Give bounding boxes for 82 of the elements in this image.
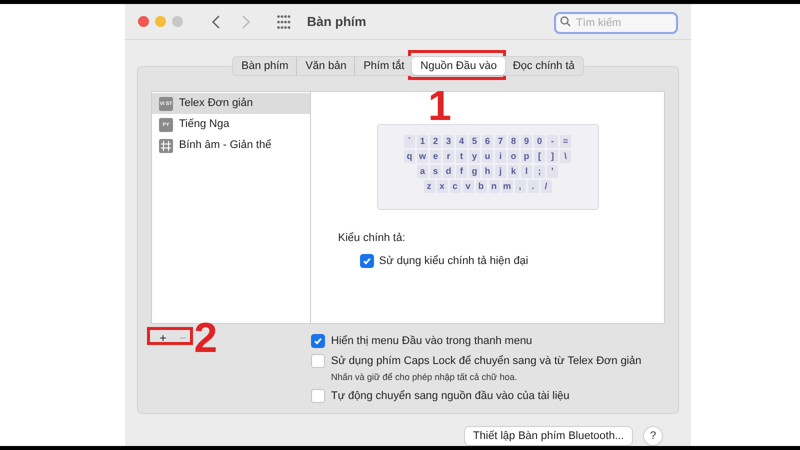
key-label: x bbox=[436, 180, 448, 193]
key-label: 9 bbox=[521, 135, 532, 148]
key-label: ' bbox=[547, 165, 558, 178]
tab[interactable]: Bàn phím bbox=[233, 57, 296, 75]
key-label: y bbox=[469, 150, 480, 163]
option-note: Nhấn và giữ để cho phép nhập tất cả chữ hoa. bbox=[331, 371, 518, 384]
key-label: 3 bbox=[443, 135, 454, 148]
key-label: l bbox=[521, 165, 532, 178]
key-label: [ bbox=[534, 150, 545, 163]
checkbox[interactable] bbox=[311, 388, 325, 403]
key-label: r bbox=[443, 150, 454, 163]
check-icon bbox=[313, 336, 323, 346]
bluetooth-setup-button[interactable]: Thiết lập Bàn phím Bluetooth... bbox=[464, 426, 633, 446]
check-icon bbox=[362, 256, 372, 266]
tab[interactable]: Văn bản bbox=[296, 57, 354, 75]
key-label: g bbox=[469, 165, 480, 178]
tab[interactable]: Nguồn Đầu vào bbox=[412, 57, 505, 75]
key-label: j bbox=[495, 165, 506, 178]
minimize-icon[interactable] bbox=[155, 16, 166, 27]
key-label: = bbox=[560, 135, 571, 148]
checkbox[interactable] bbox=[360, 254, 374, 268]
checkbox-label: Tự động chuyển sang nguồn đầu vào của tài liệu bbox=[331, 388, 570, 404]
key-label: s bbox=[430, 165, 441, 178]
highlight-frame bbox=[147, 327, 193, 345]
grid-icon[interactable] bbox=[277, 14, 291, 28]
key-label: 2 bbox=[430, 135, 441, 148]
input-source-name: Telex Đơn giản bbox=[179, 96, 253, 112]
key-label: 8 bbox=[508, 135, 519, 148]
help-button[interactable]: ? bbox=[643, 426, 663, 446]
input-source-item[interactable]: Bính âm - Giản thể bbox=[152, 135, 310, 156]
tab[interactable]: Đọc chính tả bbox=[504, 57, 583, 75]
window-title: Bàn phím bbox=[307, 12, 366, 31]
key-label: z bbox=[424, 180, 434, 193]
key-label: / bbox=[540, 180, 552, 193]
key-label: 4 bbox=[456, 135, 467, 148]
forward-icon[interactable] bbox=[241, 14, 251, 28]
key-label: 5 bbox=[469, 135, 480, 148]
annotation-number: 2 bbox=[194, 314, 218, 362]
key-label: c bbox=[450, 180, 460, 193]
key-label: p bbox=[521, 150, 532, 163]
checkbox[interactable] bbox=[311, 334, 325, 348]
key-label: ] bbox=[547, 150, 558, 163]
spelling-label: Kiểu chính tả: bbox=[338, 231, 406, 246]
key-label: m bbox=[502, 180, 512, 193]
key-label: f bbox=[456, 165, 467, 178]
add-button[interactable]: + bbox=[153, 331, 173, 345]
key-label: h bbox=[482, 165, 493, 178]
input-source-name: Bính âm - Giản thể bbox=[179, 138, 272, 154]
key-label: v bbox=[462, 180, 474, 193]
key-label: t bbox=[456, 150, 467, 163]
key-label: a bbox=[417, 165, 428, 178]
key-label: ; bbox=[534, 165, 545, 178]
key-label: d bbox=[443, 165, 454, 178]
annotation-number: 1 bbox=[428, 82, 452, 130]
key-label: q bbox=[404, 150, 415, 163]
key-label: e bbox=[430, 150, 441, 163]
close-icon[interactable] bbox=[138, 16, 149, 27]
key-label: k bbox=[508, 165, 519, 178]
key-label: 6 bbox=[482, 135, 493, 148]
key-label: n bbox=[488, 180, 500, 193]
checkbox[interactable] bbox=[311, 354, 325, 368]
search-field[interactable]: Tìm kiếm bbox=[554, 12, 678, 34]
checkbox-label: Sử dụng phím Caps Lock để chuyển sang và từ Telex Đơn giản bbox=[331, 354, 642, 368]
key-label: ` bbox=[404, 135, 415, 148]
key-label: u bbox=[482, 150, 493, 163]
key-label: i bbox=[495, 150, 506, 163]
grid-icon bbox=[159, 138, 173, 152]
checkbox-label: Hiển thị menu Đầu vào trong thanh menu bbox=[331, 334, 532, 349]
search-icon bbox=[560, 16, 571, 26]
back-icon[interactable] bbox=[211, 14, 221, 28]
checkbox-label: Sử dụng kiểu chính tả hiện đại bbox=[379, 254, 528, 268]
key-label: o bbox=[508, 150, 519, 163]
key-label: \ bbox=[560, 150, 571, 163]
key-label: 7 bbox=[495, 135, 506, 148]
key-label: , bbox=[514, 180, 526, 193]
input-source-name: Tiếng Nga bbox=[179, 117, 230, 132]
key-label: . bbox=[528, 180, 538, 193]
key-label: 1 bbox=[417, 135, 428, 148]
key-label: w bbox=[417, 150, 428, 163]
key-label: 0 bbox=[534, 135, 545, 148]
key-label: b bbox=[476, 180, 486, 193]
key-label: - bbox=[547, 135, 558, 148]
